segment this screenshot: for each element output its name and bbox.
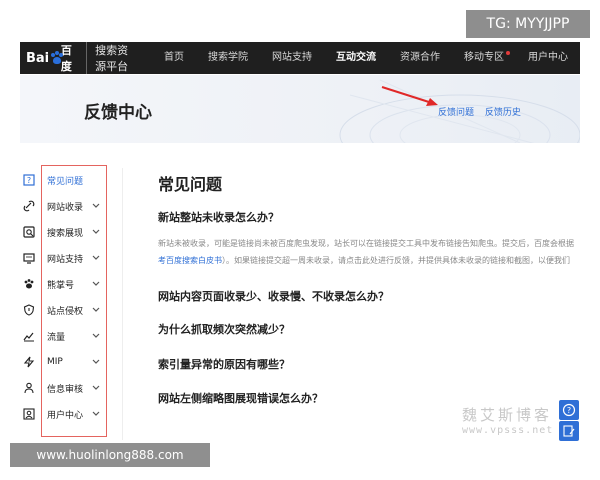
sidebar-divider [122, 168, 123, 440]
site-watermark-cn: 魏艾斯博客 [462, 406, 553, 424]
user-center-icon [22, 407, 36, 421]
faq-question-4[interactable]: 索引量异常的原因有哪些？ [158, 356, 290, 372]
feedback-problem-link[interactable]: 反馈问题 [438, 108, 474, 118]
question-circle-icon: ? [562, 403, 576, 417]
logo-du-text: 百度 [60, 44, 72, 73]
nav-item-home[interactable]: 首页 [152, 42, 196, 74]
url-watermark: www.huolinlong888.com [10, 443, 210, 467]
notification-dot [506, 51, 510, 55]
feedback-history-link[interactable]: 反馈历史 [485, 108, 521, 118]
svg-text:?: ? [27, 176, 31, 185]
nav-item-cooperation[interactable]: 资源合作 [388, 42, 452, 74]
edit-icon [563, 425, 575, 437]
logo-bai-text: Bai [26, 50, 50, 66]
feedback-banner: 反馈中心 反馈问题 反馈历史 [20, 75, 580, 143]
tg-watermark: TG: MYYJJPP [466, 10, 590, 38]
bear-paw-icon [22, 277, 36, 291]
shield-icon [22, 303, 36, 317]
faq-question-3[interactable]: 为什么抓取频次突然减少？ [158, 321, 290, 337]
top-navigation-bar: Bai 百度 搜索资源平台 首页 搜索学院 网站支持 互动交流 资源合作 移动专… [20, 42, 580, 74]
search-display-icon [22, 225, 36, 239]
banner-links: 反馈问题 反馈历史 [438, 105, 529, 118]
highlight-annotation-box [41, 165, 107, 437]
monitor-icon [22, 251, 36, 265]
nav-item-support[interactable]: 网站支持 [260, 42, 324, 74]
nav-item-interaction[interactable]: 互动交流 [324, 42, 388, 74]
site-watermark-url: www.vpsss.net [462, 425, 554, 436]
site-watermark: 魏艾斯博客 www.vpsss.net [462, 404, 553, 436]
traffic-icon [22, 329, 36, 343]
faq-answer-line-1: 新站未被收录，可能是链接尚未被百度爬虫发现，站长可以在链接提交工具中发布链接告知… [158, 239, 574, 248]
user-audit-icon [22, 381, 36, 395]
faq-icon: ? [22, 173, 36, 187]
feedback-center-title: 反馈中心 [84, 103, 152, 123]
edit-float-button[interactable] [559, 421, 579, 441]
faq-question-1[interactable]: 新站整站未收录怎么办？ [158, 209, 279, 225]
nav-item-user-center[interactable]: 用户中心 [516, 42, 580, 74]
help-float-button[interactable]: ? [559, 400, 579, 420]
whitepaper-link[interactable]: 考百度搜索白皮书 [158, 256, 222, 265]
faq-question-5[interactable]: 网站左侧缩略图展现错误怎么办？ [158, 390, 323, 406]
faq-question-2[interactable]: 网站内容页面收录少、收录慢、不收录怎么办？ [158, 288, 389, 304]
lightning-icon [22, 355, 36, 369]
paw-icon [50, 51, 64, 65]
platform-name: 搜索资源平台 [86, 42, 134, 74]
svg-text:?: ? [567, 406, 571, 415]
faq-title: 常见问题 [158, 175, 223, 194]
link-icon [22, 199, 36, 213]
main-nav: 首页 搜索学院 网站支持 互动交流 资源合作 移动专区 用户中心 [152, 42, 580, 74]
nav-item-mobile-label: 移动专区 [464, 52, 504, 63]
faq-answer-line-2-text: ）。如果链接提交超一周未收录，请点击此处进行反馈，并提供具体未收录的链接和截图，… [222, 256, 570, 265]
faq-answer-line-2: 考百度搜索白皮书）。如果链接提交超一周未收录，请点击此处进行反馈，并提供具体未收… [158, 255, 570, 266]
nav-item-mobile[interactable]: 移动专区 [452, 42, 516, 74]
baidu-logo[interactable]: Bai 百度 [26, 42, 76, 74]
nav-item-academy[interactable]: 搜索学院 [196, 42, 260, 74]
